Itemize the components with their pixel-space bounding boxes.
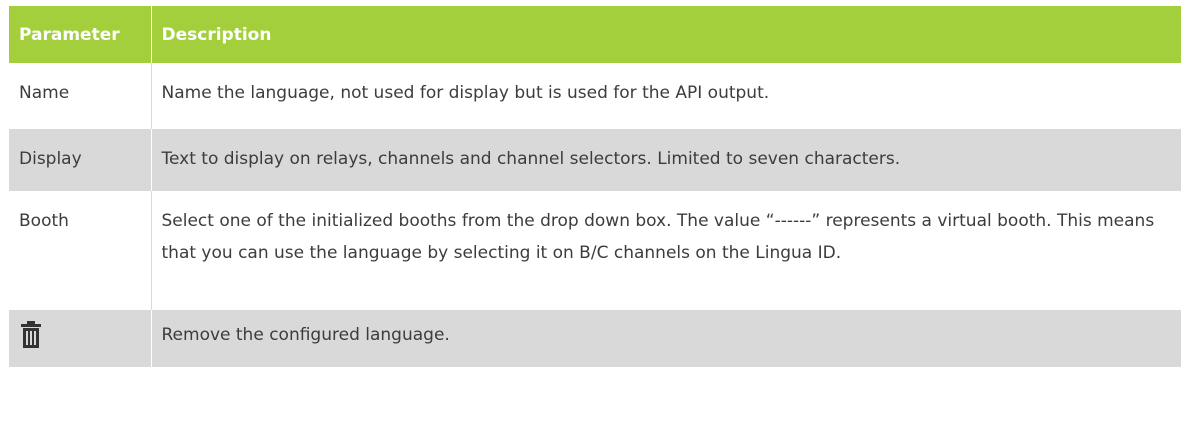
parameter-cell: [9, 310, 152, 367]
table-row: Remove the configured language.: [9, 310, 1181, 367]
parameter-cell: Name: [9, 63, 152, 129]
page: Parameter Description Name Name the lang…: [0, 0, 1184, 428]
parameter-table: Parameter Description Name Name the lang…: [9, 6, 1181, 367]
description-cell: Select one of the initialized booths fro…: [151, 191, 1181, 310]
parameter-cell: Display: [9, 129, 152, 191]
description-cell: Text to display on relays, channels and …: [151, 129, 1181, 191]
table-row: Name Name the language, not used for dis…: [9, 63, 1181, 129]
header-description: Description: [151, 6, 1181, 63]
parameter-cell: Booth: [9, 191, 152, 310]
table-row: Booth Select one of the initialized boot…: [9, 191, 1181, 310]
description-cell: Name the language, not used for display …: [151, 63, 1181, 129]
description-cell: Remove the configured language.: [151, 310, 1181, 367]
header-parameter: Parameter: [9, 6, 152, 63]
table-row: Display Text to display on relays, chann…: [9, 129, 1181, 191]
table-header-row: Parameter Description: [9, 6, 1181, 63]
trash-icon: [19, 319, 43, 351]
